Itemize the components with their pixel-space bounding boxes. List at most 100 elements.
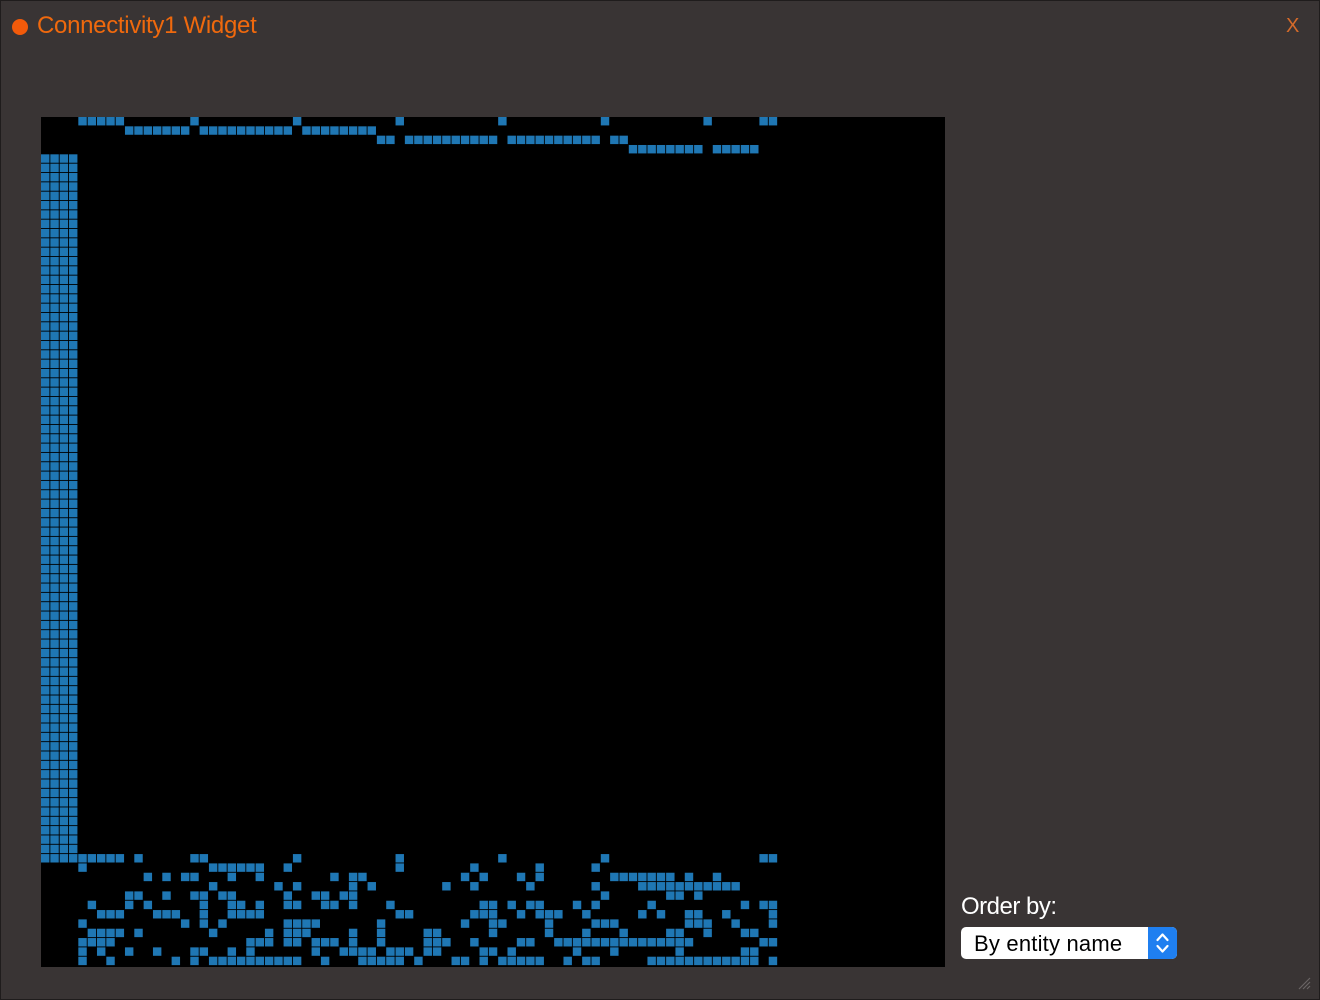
matrix-cell <box>554 910 563 919</box>
matrix-cell <box>432 928 442 938</box>
select-arrows-icon[interactable] <box>1148 927 1177 959</box>
matrix-cell <box>320 956 330 966</box>
matrix-cell <box>59 368 69 378</box>
matrix-cell <box>600 919 610 928</box>
matrix-cell <box>41 826 50 835</box>
matrix-cell <box>50 415 59 424</box>
order-by-label: Order by: <box>961 893 1057 920</box>
matrix-cell <box>208 882 218 891</box>
matrix-cell <box>572 938 582 947</box>
matrix-cell <box>442 938 451 947</box>
matrix-cell <box>50 518 59 527</box>
matrix-cell <box>722 910 731 919</box>
matrix-cell <box>50 527 59 536</box>
connectivity-matrix[interactable] <box>41 117 945 967</box>
matrix-cell <box>59 406 69 415</box>
resize-grip-icon[interactable] <box>1295 974 1311 990</box>
matrix-cell <box>320 900 330 910</box>
matrix-cell <box>199 947 209 956</box>
matrix-cell <box>740 928 750 938</box>
matrix-cell <box>768 854 778 863</box>
matrix-cell <box>386 900 395 910</box>
matrix-cell <box>740 144 750 154</box>
matrix-cell <box>41 592 50 602</box>
matrix-cell <box>68 508 78 518</box>
matrix-cell <box>50 191 59 201</box>
matrix-cell <box>50 835 59 844</box>
matrix-cell <box>638 882 647 891</box>
matrix-cell <box>283 891 293 900</box>
matrix-cell <box>283 126 293 135</box>
matrix-cell <box>59 574 69 583</box>
matrix-cell <box>666 144 675 154</box>
matrix-cell <box>694 144 703 154</box>
matrix-cell <box>656 144 666 154</box>
matrix-cell <box>106 928 115 938</box>
matrix-cell <box>274 956 283 966</box>
matrix-cell <box>68 219 78 229</box>
matrix-cell <box>59 228 69 238</box>
matrix-cell <box>41 835 50 844</box>
matrix-cell <box>68 518 78 527</box>
matrix-cell <box>582 938 591 947</box>
matrix-cell <box>41 471 50 480</box>
matrix-cell <box>41 695 50 704</box>
matrix-cell <box>218 863 227 872</box>
matrix-cell <box>50 723 59 732</box>
matrix-cell <box>694 956 703 966</box>
matrix-cell <box>68 788 78 798</box>
matrix-cell <box>488 947 498 956</box>
matrix-cell <box>227 126 237 135</box>
matrix-cell <box>292 854 302 863</box>
close-button[interactable]: X <box>1286 15 1299 38</box>
matrix-cell <box>41 676 50 686</box>
matrix-cell <box>582 928 591 938</box>
matrix-cell <box>59 415 69 424</box>
matrix-cell <box>59 732 69 742</box>
matrix-cell <box>582 910 591 919</box>
matrix-cell <box>68 294 78 303</box>
order-by-select[interactable]: By entity name <box>961 927 1177 959</box>
matrix-cell <box>68 200 78 210</box>
matrix-cell <box>339 126 348 135</box>
matrix-cell <box>432 938 442 947</box>
matrix-cell <box>292 882 302 891</box>
matrix-cell <box>684 910 694 919</box>
matrix-cell <box>68 154 78 163</box>
matrix-cell <box>59 247 69 257</box>
matrix-cell <box>367 882 376 891</box>
matrix-cell <box>348 891 358 900</box>
matrix-cell <box>59 602 69 611</box>
matrix-cell <box>171 910 181 919</box>
matrix-cell <box>59 350 69 359</box>
matrix-cell <box>59 359 69 369</box>
matrix-cell <box>50 686 59 695</box>
matrix-cell <box>675 938 684 947</box>
matrix-cell <box>41 536 50 546</box>
matrix-cell <box>59 676 69 686</box>
matrix-cell <box>50 546 59 555</box>
matrix-cell <box>50 602 59 611</box>
matrix-cell <box>68 378 78 387</box>
matrix-cell <box>227 947 237 956</box>
matrix-cell <box>423 947 432 956</box>
matrix-cell <box>68 312 78 322</box>
matrix-cell <box>283 938 293 947</box>
matrix-cell <box>59 378 69 387</box>
matrix-cell <box>283 928 293 938</box>
matrix-cell <box>162 891 171 900</box>
matrix-cell <box>750 947 759 956</box>
matrix-cell <box>264 928 274 938</box>
matrix-cell <box>59 527 69 536</box>
matrix-cell <box>59 816 69 826</box>
matrix-cell <box>656 938 666 947</box>
matrix-cell <box>292 956 302 966</box>
matrix-cell <box>488 910 498 919</box>
matrix-cell <box>712 872 722 882</box>
matrix-cell <box>283 863 293 872</box>
matrix-cell <box>591 919 600 928</box>
matrix-cell <box>59 788 69 798</box>
matrix-cell <box>563 135 572 145</box>
matrix-cell <box>59 471 69 480</box>
matrix-cell <box>50 751 59 760</box>
